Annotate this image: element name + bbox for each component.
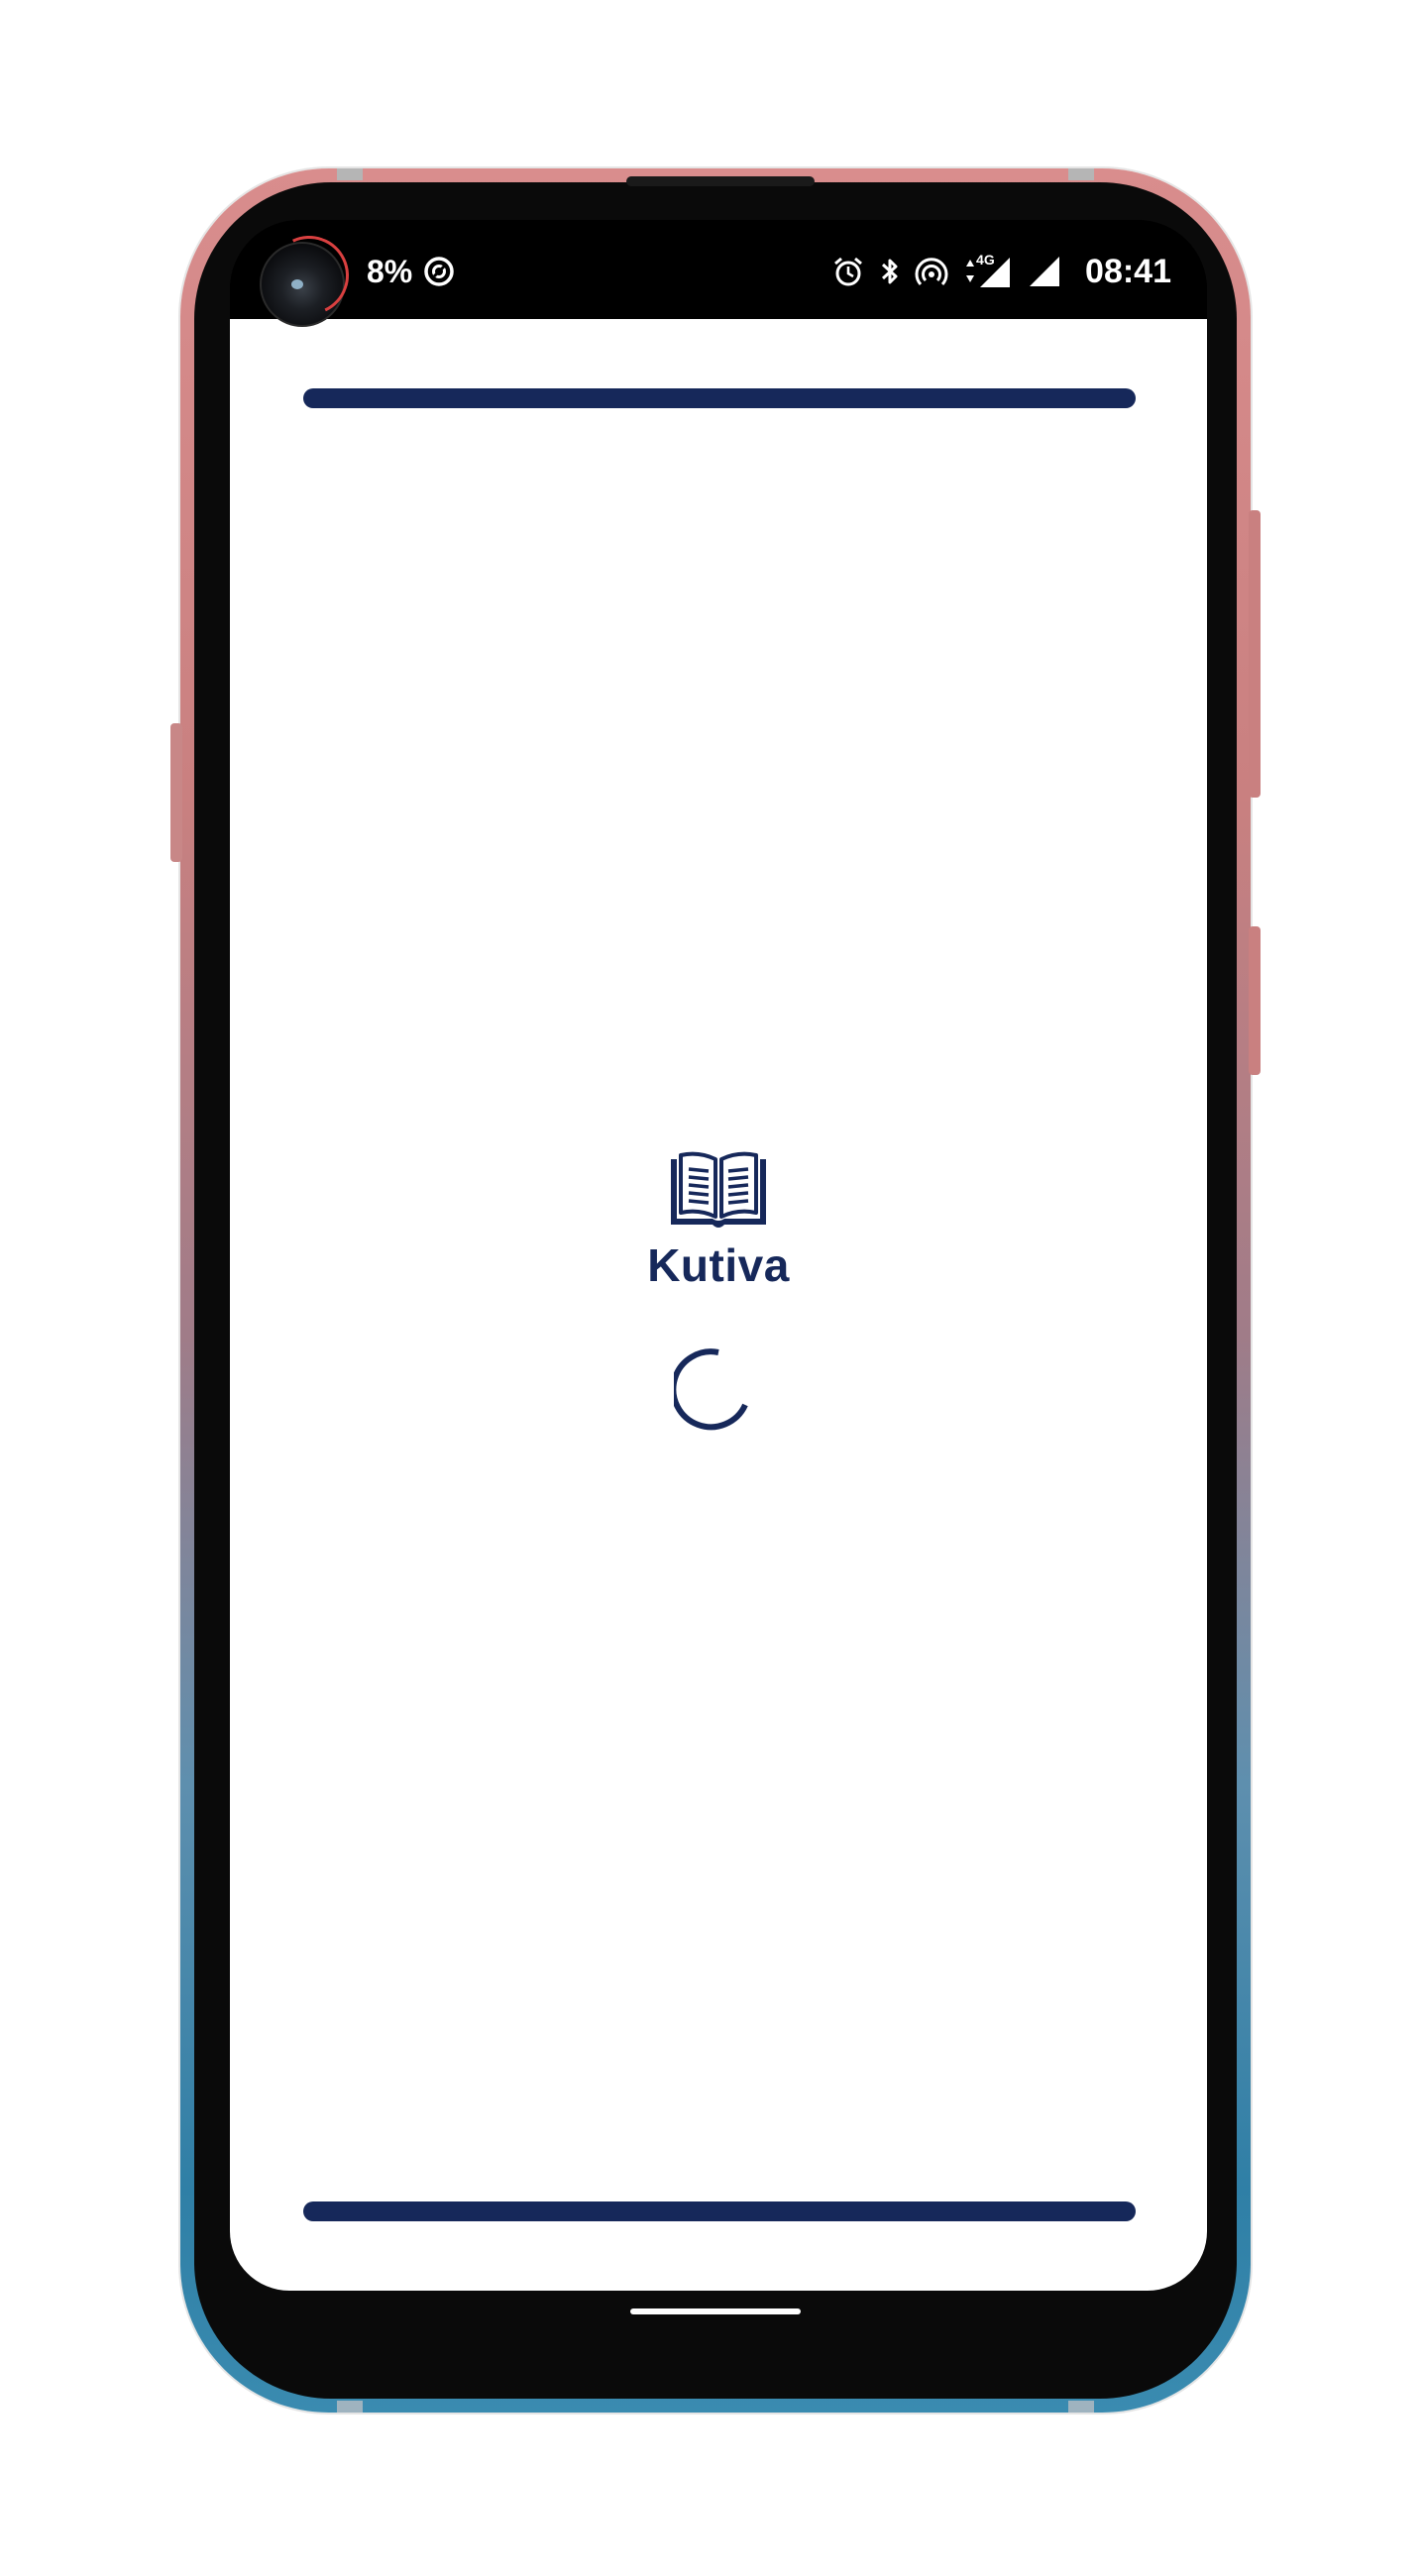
loading-spinner — [674, 1348, 748, 1431]
camera-lens — [291, 279, 303, 289]
app-splash-screen: Kutiva — [230, 319, 1207, 2291]
bottom-accent-bar — [303, 2201, 1136, 2221]
status-right: 4G 08:41 — [831, 250, 1171, 293]
phone-screen: 8% 4G 08:41 Kutiva — [230, 220, 1207, 2291]
power-button[interactable] — [1249, 510, 1261, 798]
earpiece-speaker — [626, 176, 815, 186]
status-left: 8% — [367, 252, 456, 291]
signal-icon — [1028, 254, 1061, 289]
antenna-band — [337, 2401, 363, 2413]
antenna-band — [1068, 168, 1094, 180]
stage: 8% 4G 08:41 Kutiva — [0, 0, 1427, 2576]
splash-content: Kutiva — [230, 1149, 1207, 1435]
volume-button[interactable] — [1249, 926, 1261, 1075]
home-gesture-bar[interactable] — [630, 2308, 801, 2314]
antenna-band — [337, 168, 363, 180]
network-type-label: 4G — [976, 252, 995, 268]
mobile-data-icon: 4G — [962, 252, 1014, 289]
data-saver-icon — [422, 254, 456, 289]
top-accent-bar — [303, 388, 1136, 408]
hotspot-icon — [915, 254, 948, 289]
open-book-icon — [671, 1151, 766, 1228]
side-key[interactable] — [170, 723, 182, 862]
alarm-icon — [831, 254, 865, 289]
brand-name: Kutiva — [647, 1239, 790, 1291]
antenna-band — [1068, 2401, 1094, 2413]
bluetooth-icon — [879, 254, 901, 289]
status-bar: 8% 4G 08:41 — [230, 220, 1207, 327]
clock: 08:41 — [1085, 252, 1171, 290]
battery-percent: 8% — [367, 253, 413, 289]
